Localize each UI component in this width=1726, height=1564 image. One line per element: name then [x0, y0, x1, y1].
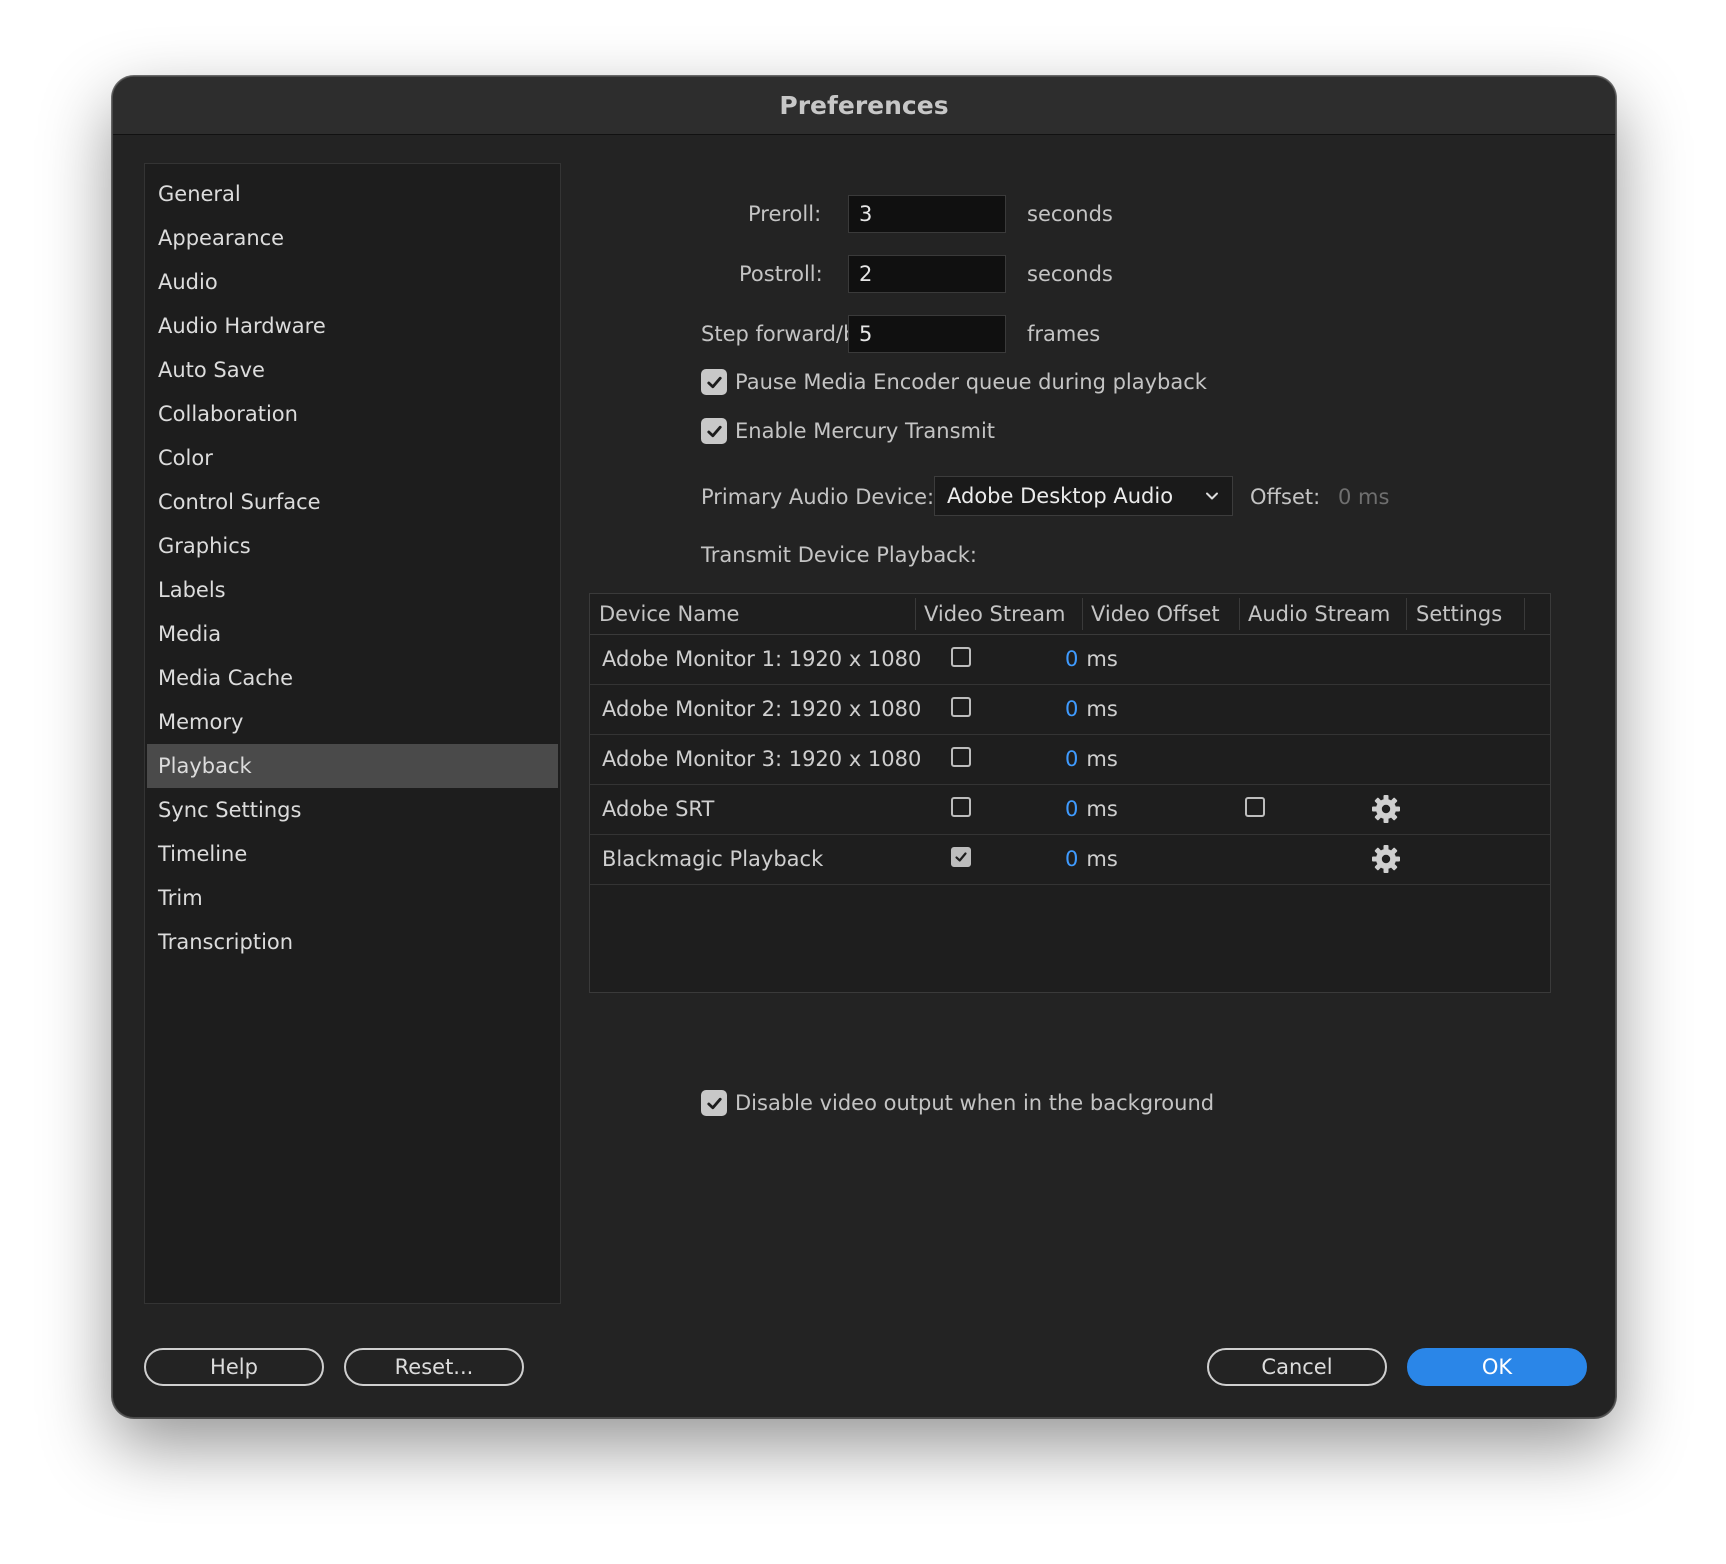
device-name-cell: Adobe Monitor 1: 1920 x 1080	[602, 647, 922, 671]
video-offset-cell: 0 ms	[1065, 634, 1118, 684]
video-offset-unit: ms	[1086, 697, 1118, 721]
ok-button[interactable]: OK	[1407, 1348, 1587, 1386]
header-audio-stream: Audio Stream	[1248, 602, 1391, 626]
header-divider	[1239, 598, 1240, 630]
video-stream-checkbox[interactable]	[951, 747, 971, 767]
header-divider	[1082, 598, 1083, 630]
header-divider	[915, 598, 916, 630]
preroll-unit: seconds	[1027, 202, 1113, 226]
postroll-label: Postroll:	[739, 262, 823, 286]
offset-value: 0 ms	[1338, 485, 1390, 509]
sidebar-item-media-cache[interactable]: Media Cache	[147, 656, 558, 700]
sidebar-item-sync-settings[interactable]: Sync Settings	[147, 788, 558, 832]
audio-device-value: Adobe Desktop Audio	[947, 484, 1174, 508]
video-offset-unit: ms	[1086, 647, 1118, 671]
video-offset-value[interactable]: 0	[1065, 647, 1078, 671]
cancel-button[interactable]: Cancel	[1207, 1348, 1387, 1386]
postroll-unit: seconds	[1027, 262, 1113, 286]
sidebar-item-media[interactable]: Media	[147, 612, 558, 656]
table-row: Blackmagic Playback 0 ms	[590, 834, 1550, 885]
pause-encoder-checkbox[interactable]	[701, 369, 727, 395]
video-offset-value[interactable]: 0	[1065, 847, 1078, 871]
chevron-down-icon	[1206, 492, 1218, 500]
sidebar-item-labels[interactable]: Labels	[147, 568, 558, 612]
video-offset-cell: 0 ms	[1065, 734, 1118, 784]
gear-icon[interactable]	[1370, 793, 1402, 825]
step-unit: frames	[1027, 322, 1101, 346]
table-row: Adobe Monitor 3: 1920 x 1080 0 ms	[590, 734, 1550, 785]
header-video-stream: Video Stream	[924, 602, 1066, 626]
sidebar-item-auto-save[interactable]: Auto Save	[147, 348, 558, 392]
sidebar-item-audio-hardware[interactable]: Audio Hardware	[147, 304, 558, 348]
audio-stream-checkbox[interactable]	[1245, 797, 1265, 817]
device-name-cell: Blackmagic Playback	[602, 847, 824, 871]
video-offset-unit: ms	[1086, 747, 1118, 771]
device-name-cell: Adobe Monitor 2: 1920 x 1080	[602, 697, 922, 721]
pause-encoder-label: Pause Media Encoder queue during playbac…	[735, 370, 1207, 394]
video-stream-checkbox[interactable]	[951, 797, 971, 817]
header-device-name: Device Name	[599, 602, 740, 626]
sidebar-item-control-surface[interactable]: Control Surface	[147, 480, 558, 524]
preroll-input[interactable]: 3	[848, 195, 1006, 233]
table-row: Adobe Monitor 1: 1920 x 1080 0 ms	[590, 634, 1550, 685]
sidebar-item-graphics[interactable]: Graphics	[147, 524, 558, 568]
header-settings: Settings	[1416, 602, 1503, 626]
table-row: Adobe Monitor 2: 1920 x 1080 0 ms	[590, 684, 1550, 735]
video-offset-unit: ms	[1086, 847, 1118, 871]
sidebar-item-collaboration[interactable]: Collaboration	[147, 392, 558, 436]
postroll-input[interactable]: 2	[848, 255, 1006, 293]
sidebar-item-color[interactable]: Color	[147, 436, 558, 480]
disable-bg-checkbox[interactable]	[701, 1090, 727, 1116]
checkmark-icon	[706, 425, 722, 437]
reset-button[interactable]: Reset...	[344, 1348, 524, 1386]
sidebar-item-audio[interactable]: Audio	[147, 260, 558, 304]
help-button[interactable]: Help	[144, 1348, 324, 1386]
video-stream-checkbox[interactable]	[951, 697, 971, 717]
mercury-transmit-checkbox[interactable]	[701, 418, 727, 444]
audio-device-label: Primary Audio Device:	[701, 485, 935, 509]
preferences-window: Preferences General Appearance Audio Audio …	[112, 76, 1616, 1418]
disable-bg-label: Disable video output when in the backgro…	[735, 1091, 1215, 1115]
video-offset-value[interactable]: 0	[1065, 797, 1078, 821]
transmit-label: Transmit Device Playback:	[701, 543, 977, 567]
sidebar-item-trim[interactable]: Trim	[147, 876, 558, 920]
sidebar-item-transcription[interactable]: Transcription	[147, 920, 558, 964]
video-stream-checkbox[interactable]	[951, 847, 971, 867]
sidebar-item-general[interactable]: General	[147, 172, 558, 216]
step-input[interactable]: 5	[848, 315, 1006, 353]
video-offset-cell: 0 ms	[1065, 684, 1118, 734]
checkmark-icon	[706, 1097, 722, 1109]
sidebar-item-appearance[interactable]: Appearance	[147, 216, 558, 260]
sidebar-list: General Appearance Audio Audio Hardware Auto…	[145, 164, 560, 964]
checkmark-icon	[955, 852, 967, 862]
header-video-offset: Video Offset	[1091, 602, 1220, 626]
table-row: Adobe SRT 0 ms	[590, 784, 1550, 835]
preroll-label: Preroll:	[748, 202, 822, 226]
video-offset-unit: ms	[1086, 797, 1118, 821]
table-header: Device Name Video Stream Video Offset Au…	[590, 594, 1550, 635]
header-divider	[1524, 598, 1525, 630]
sidebar-item-timeline[interactable]: Timeline	[147, 832, 558, 876]
window-title: Preferences	[779, 91, 949, 120]
video-stream-checkbox[interactable]	[951, 647, 971, 667]
transmit-device-table: Device Name Video Stream Video Offset Au…	[589, 593, 1551, 993]
video-offset-cell: 0 ms	[1065, 834, 1118, 884]
video-offset-cell: 0 ms	[1065, 784, 1118, 834]
gear-icon[interactable]	[1370, 843, 1402, 875]
sidebar-item-playback[interactable]: Playback	[147, 744, 558, 788]
offset-label: Offset:	[1250, 485, 1321, 509]
audio-device-dropdown[interactable]: Adobe Desktop Audio	[934, 476, 1233, 516]
device-name-cell: Adobe Monitor 3: 1920 x 1080	[602, 747, 922, 771]
sidebar: General Appearance Audio Audio Hardware Auto…	[144, 163, 561, 1304]
checkmark-icon	[706, 376, 722, 388]
device-name-cell: Adobe SRT	[602, 797, 715, 821]
header-divider	[1406, 598, 1407, 630]
mercury-transmit-label: Enable Mercury Transmit	[735, 419, 996, 443]
title-bar: Preferences	[113, 77, 1615, 135]
video-offset-value[interactable]: 0	[1065, 747, 1078, 771]
video-offset-value[interactable]: 0	[1065, 697, 1078, 721]
sidebar-item-memory[interactable]: Memory	[147, 700, 558, 744]
